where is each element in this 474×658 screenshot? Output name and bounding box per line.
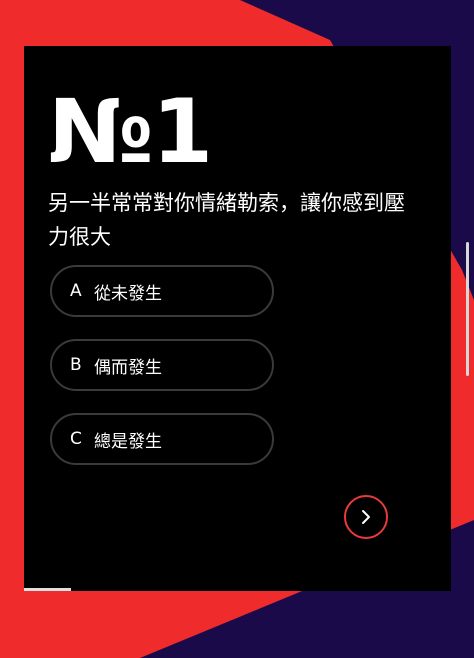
option-label: 從未發生 (94, 283, 162, 304)
next-button[interactable] (344, 495, 388, 539)
option-b-button[interactable]: B 偶而發生 (50, 339, 274, 391)
option-label: 總是發生 (94, 431, 162, 452)
option-letter: A (70, 281, 82, 301)
option-letter: B (70, 355, 82, 375)
question-text: 另一半常常對你情緒勒索，讓你感到壓力很大 (48, 191, 405, 249)
question-number: №1 (48, 80, 213, 183)
option-letter: C (70, 429, 82, 449)
progress-fill (24, 588, 71, 591)
option-c-button[interactable]: C 總是發生 (50, 413, 274, 465)
progress-bar (24, 588, 451, 591)
option-a-button[interactable]: A 從未發生 (50, 265, 274, 317)
scrollbar[interactable] (466, 242, 469, 376)
chevron-right-icon (362, 510, 370, 524)
quiz-card: №1 另一半常常對你情緒勒索，讓你感到壓力很大 A 從未發生 B 偶而發生 C … (24, 46, 451, 591)
option-label: 偶而發生 (94, 357, 162, 378)
